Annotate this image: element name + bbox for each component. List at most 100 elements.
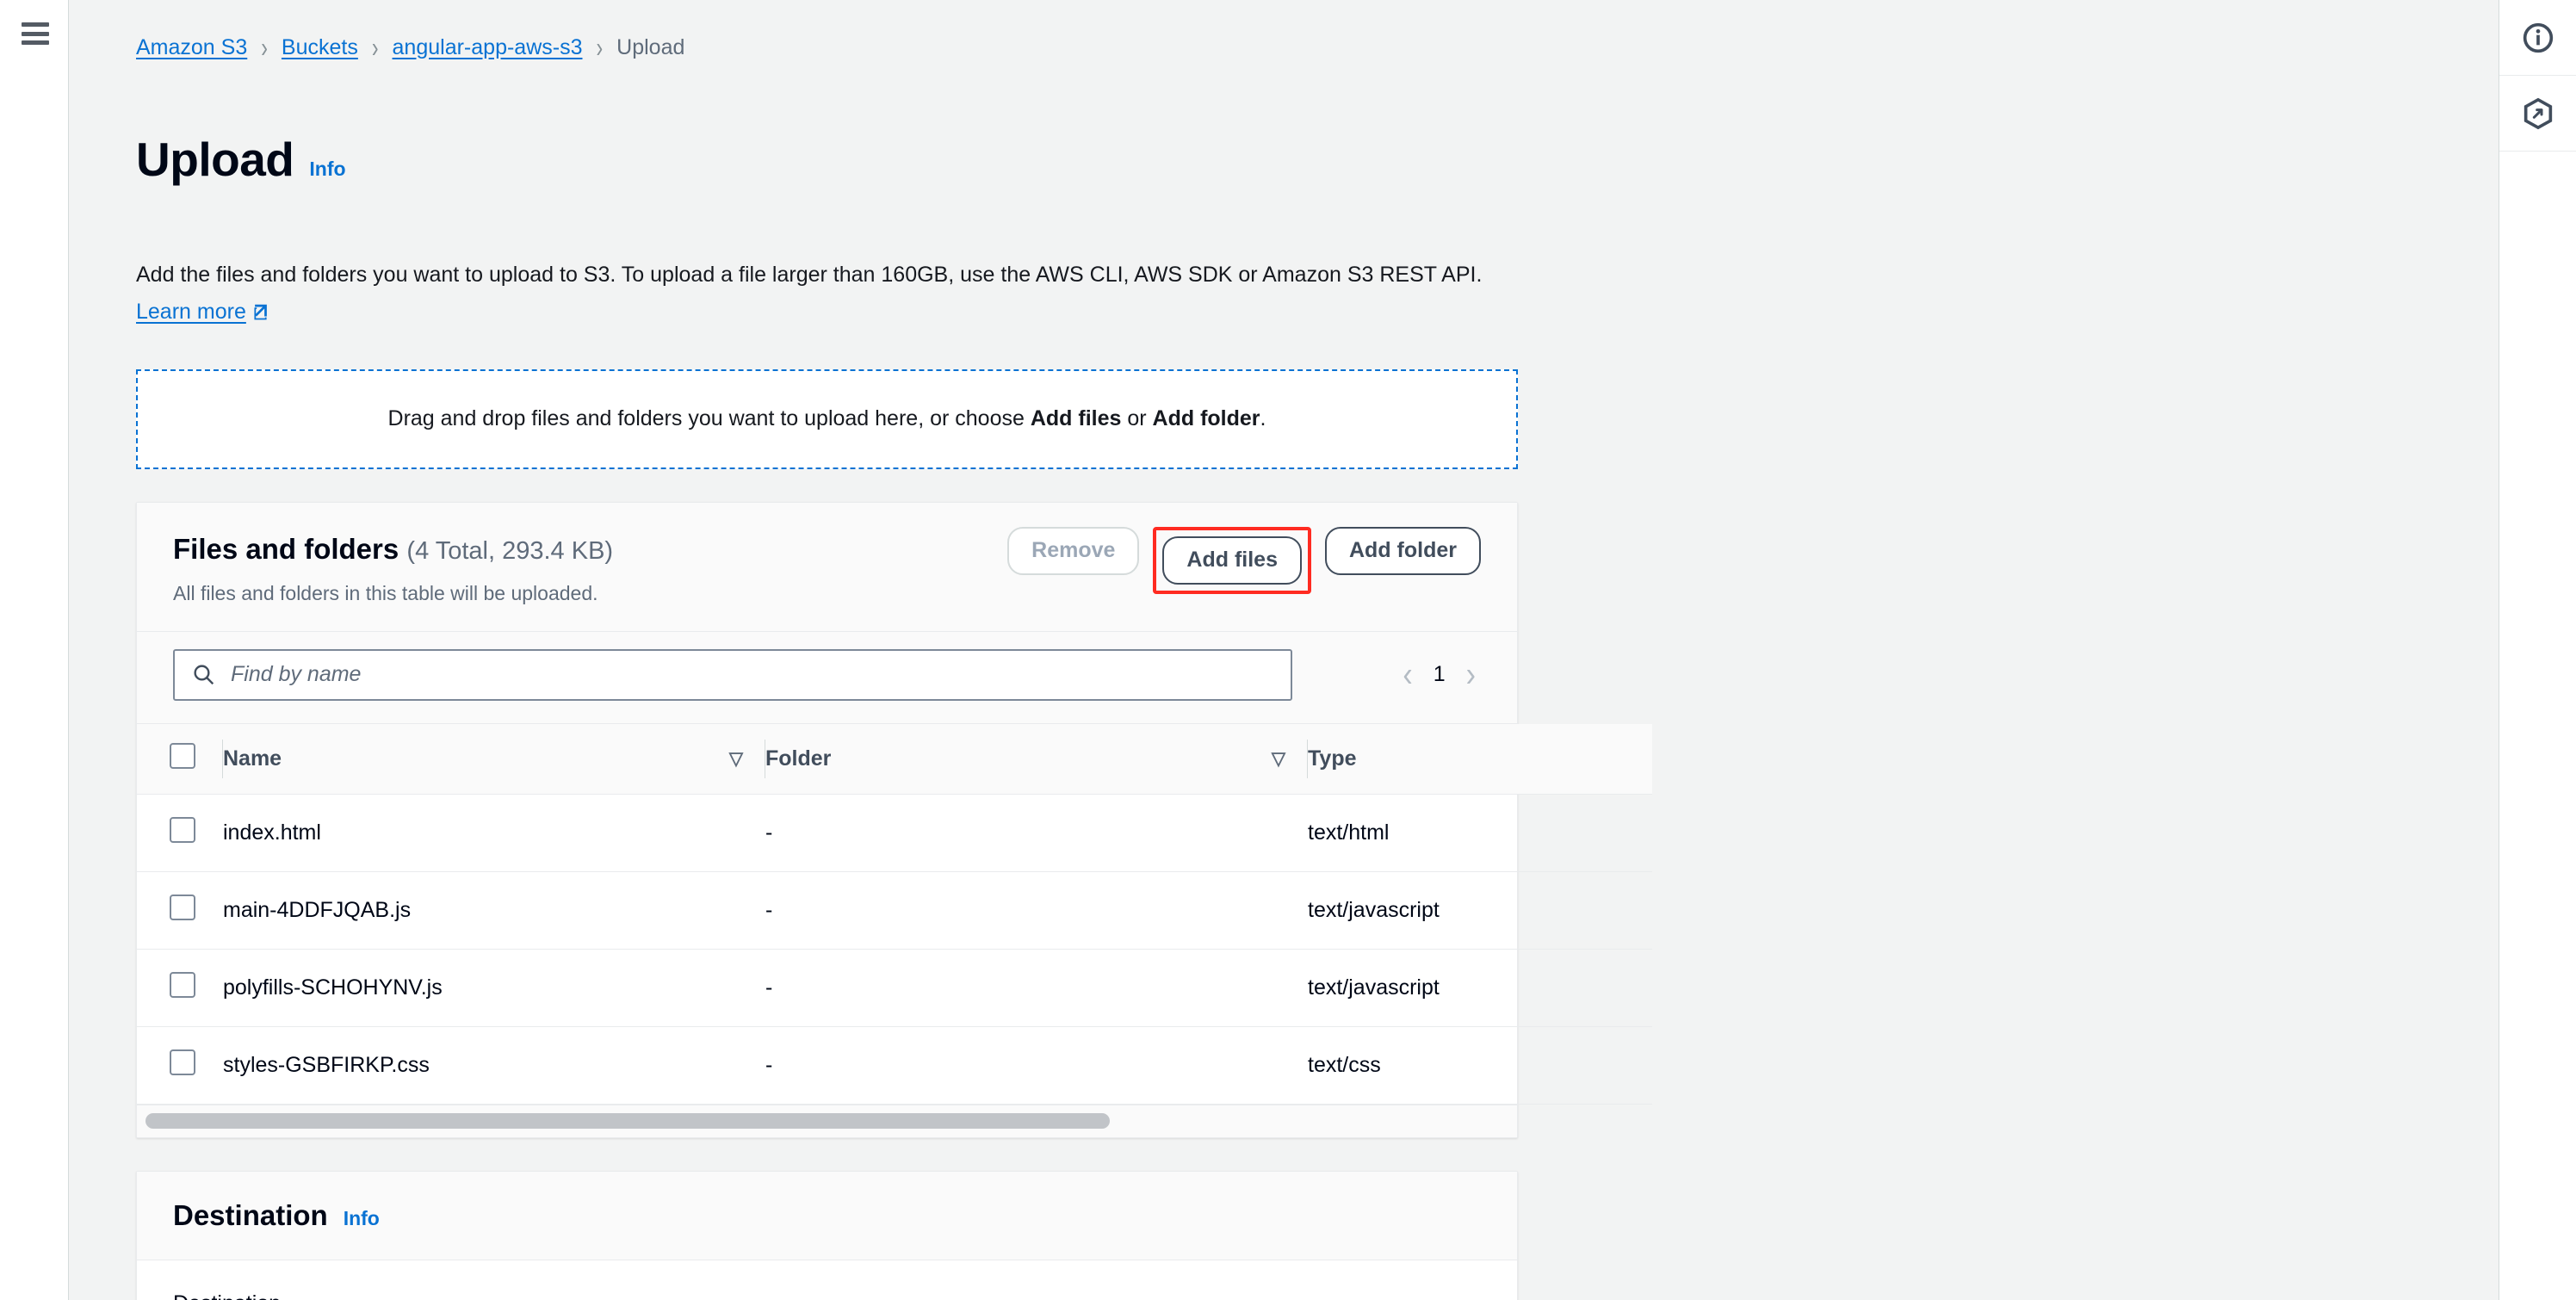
files-table-head: Name ▽ Folder ▽ Type [137, 723, 1652, 795]
page-description: Add the files and folders you want to up… [136, 257, 1522, 333]
table-row[interactable]: polyfills-SCHOHYNV.js - text/javascript [137, 949, 1652, 1027]
column-header-type-label: Type [1308, 746, 1357, 771]
row-folder-cell: - [765, 794, 1308, 872]
files-count-label: (4 Total, 293.4 KB) [406, 536, 614, 565]
column-header-name[interactable]: Name ▽ [223, 723, 765, 795]
files-table: Name ▽ Folder ▽ Type index.html - text/h… [137, 723, 1652, 1105]
left-nav-rail [0, 0, 69, 1300]
dropzone-add-files-emphasis: Add files [1030, 406, 1122, 431]
info-panel-icon[interactable] [2499, 0, 2576, 76]
main-content: Amazon S3 › Buckets › angular-app-aws-s3… [69, 0, 2499, 1300]
destination-card-title: Destination [173, 1198, 328, 1231]
add-files-highlight-box: Add files [1153, 526, 1311, 594]
dropzone-text-middle: or [1121, 406, 1153, 431]
column-header-folder[interactable]: Folder ▽ [765, 723, 1308, 795]
select-all-header [137, 723, 223, 795]
row-select-cell [137, 949, 223, 1027]
row-checkbox[interactable] [170, 816, 195, 843]
table-pagination: ‹ 1 › [1403, 657, 1476, 692]
column-header-folder-inner: Folder ▽ [765, 746, 1308, 771]
dropzone-add-folder-emphasis: Add folder [1152, 406, 1260, 431]
destination-card-header: Destination Info [137, 1171, 1517, 1260]
search-icon [192, 663, 215, 686]
files-card-title: Files and folders (4 Total, 293.4 KB) [173, 527, 613, 573]
sort-descending-icon[interactable]: ▽ [1272, 748, 1285, 770]
row-folder-cell: - [765, 949, 1308, 1027]
table-row[interactable]: main-4DDFJQAB.js - text/javascript [137, 871, 1652, 950]
column-header-name-inner: Name ▽ [223, 746, 765, 771]
destination-card: Destination Info Destination s3://angula… [136, 1170, 1518, 1300]
row-name-cell: main-4DDFJQAB.js [223, 871, 765, 950]
breadcrumb-separator-icon: › [261, 30, 268, 64]
row-select-cell [137, 1026, 223, 1105]
search-input[interactable] [229, 661, 1273, 689]
external-link-icon [251, 296, 270, 333]
files-table-body: index.html - text/html main-4DDFJQAB.js … [137, 794, 1652, 1105]
add-folder-button[interactable]: Add folder [1325, 526, 1481, 575]
breadcrumb-item-buckets[interactable]: Buckets [282, 35, 358, 60]
row-type-cell: text/css [1308, 1026, 1652, 1105]
files-card-header: Files and folders (4 Total, 293.4 KB) Al… [137, 502, 1517, 632]
cloudshell-icon[interactable] [2499, 76, 2576, 152]
column-header-type-inner: Type [1308, 746, 1652, 771]
row-folder-cell: - [765, 1026, 1308, 1105]
column-header-name-label: Name [223, 746, 282, 771]
files-table-wrapper: Name ▽ Folder ▽ Type index.html - text/h… [137, 723, 1652, 1137]
pagination-prev-icon[interactable]: ‹ [1403, 657, 1412, 692]
sort-descending-icon[interactable]: ▽ [729, 748, 743, 770]
row-checkbox[interactable] [170, 971, 195, 998]
page-title: Upload [136, 132, 294, 186]
hamburger-menu-icon[interactable] [21, 22, 49, 45]
breadcrumb-item-bucket[interactable]: angular-app-aws-s3 [393, 35, 583, 60]
select-all-checkbox[interactable] [170, 742, 195, 769]
breadcrumb-separator-icon: › [371, 30, 379, 64]
column-header-folder-label: Folder [765, 746, 832, 771]
hamburger-bar [21, 22, 49, 27]
files-card-header-top: Files and folders (4 Total, 293.4 KB) Al… [173, 526, 1481, 605]
right-nav-rail [2499, 0, 2576, 1300]
page-info-link[interactable]: Info [309, 158, 345, 181]
dropzone-text-after: . [1260, 406, 1266, 431]
column-header-type[interactable]: Type [1308, 723, 1652, 795]
files-card-subtitle: All files and folders in this table will… [173, 581, 598, 604]
hamburger-bar [21, 31, 49, 36]
row-name-cell: index.html [223, 794, 765, 872]
breadcrumb-item-amazon-s3[interactable]: Amazon S3 [136, 35, 247, 60]
row-name-cell: styles-GSBFIRKP.css [223, 1026, 765, 1105]
page-title-row: Upload Info [136, 100, 2499, 219]
hamburger-bar [21, 40, 49, 45]
table-horizontal-scrollbar[interactable] [137, 1104, 1517, 1137]
app-root: Amazon S3 › Buckets › angular-app-aws-s3… [0, 0, 2576, 1300]
row-select-cell [137, 871, 223, 950]
table-row[interactable]: styles-GSBFIRKP.css - text/css [137, 1026, 1652, 1105]
destination-card-body: Destination s3://angular-app-aws-s3 Dest… [137, 1260, 1517, 1300]
table-header-row: Name ▽ Folder ▽ Type [137, 723, 1652, 795]
pagination-page-1[interactable]: 1 [1432, 662, 1447, 687]
row-checkbox[interactable] [170, 1049, 195, 1075]
table-row[interactable]: index.html - text/html [137, 794, 1652, 872]
destination-label: Destination [173, 1291, 1481, 1300]
breadcrumb: Amazon S3 › Buckets › angular-app-aws-s3… [136, 30, 2499, 64]
row-type-cell: text/html [1308, 794, 1652, 872]
dropzone-text-before: Drag and drop files and folders you want… [387, 406, 1031, 431]
files-card-toolbar: ‹ 1 › [137, 631, 1517, 724]
row-name-cell: polyfills-SCHOHYNV.js [223, 949, 765, 1027]
destination-info-link[interactable]: Info [344, 1207, 380, 1230]
row-folder-cell: - [765, 871, 1308, 950]
files-and-folders-card: Files and folders (4 Total, 293.4 KB) Al… [136, 501, 1652, 1138]
files-card-actions: Remove Add files Add folder [1007, 526, 1481, 594]
file-dropzone[interactable]: Drag and drop files and folders you want… [136, 368, 1518, 469]
row-type-cell: text/javascript [1308, 949, 1652, 1027]
page-description-text: Add the files and folders you want to up… [136, 262, 1483, 287]
pagination-next-icon[interactable]: › [1466, 657, 1476, 692]
add-files-button[interactable]: Add files [1162, 535, 1302, 585]
files-card-title-block: Files and folders (4 Total, 293.4 KB) Al… [173, 527, 613, 605]
files-card-title-text: Files and folders [173, 532, 399, 565]
learn-more-link[interactable]: Learn more [136, 300, 246, 324]
search-box[interactable] [173, 648, 1292, 701]
row-select-cell [137, 794, 223, 872]
table-scrollbar-thumb[interactable] [146, 1113, 1110, 1130]
breadcrumb-item-upload: Upload [616, 34, 685, 59]
row-checkbox[interactable] [170, 894, 195, 920]
remove-button[interactable]: Remove [1007, 526, 1140, 575]
